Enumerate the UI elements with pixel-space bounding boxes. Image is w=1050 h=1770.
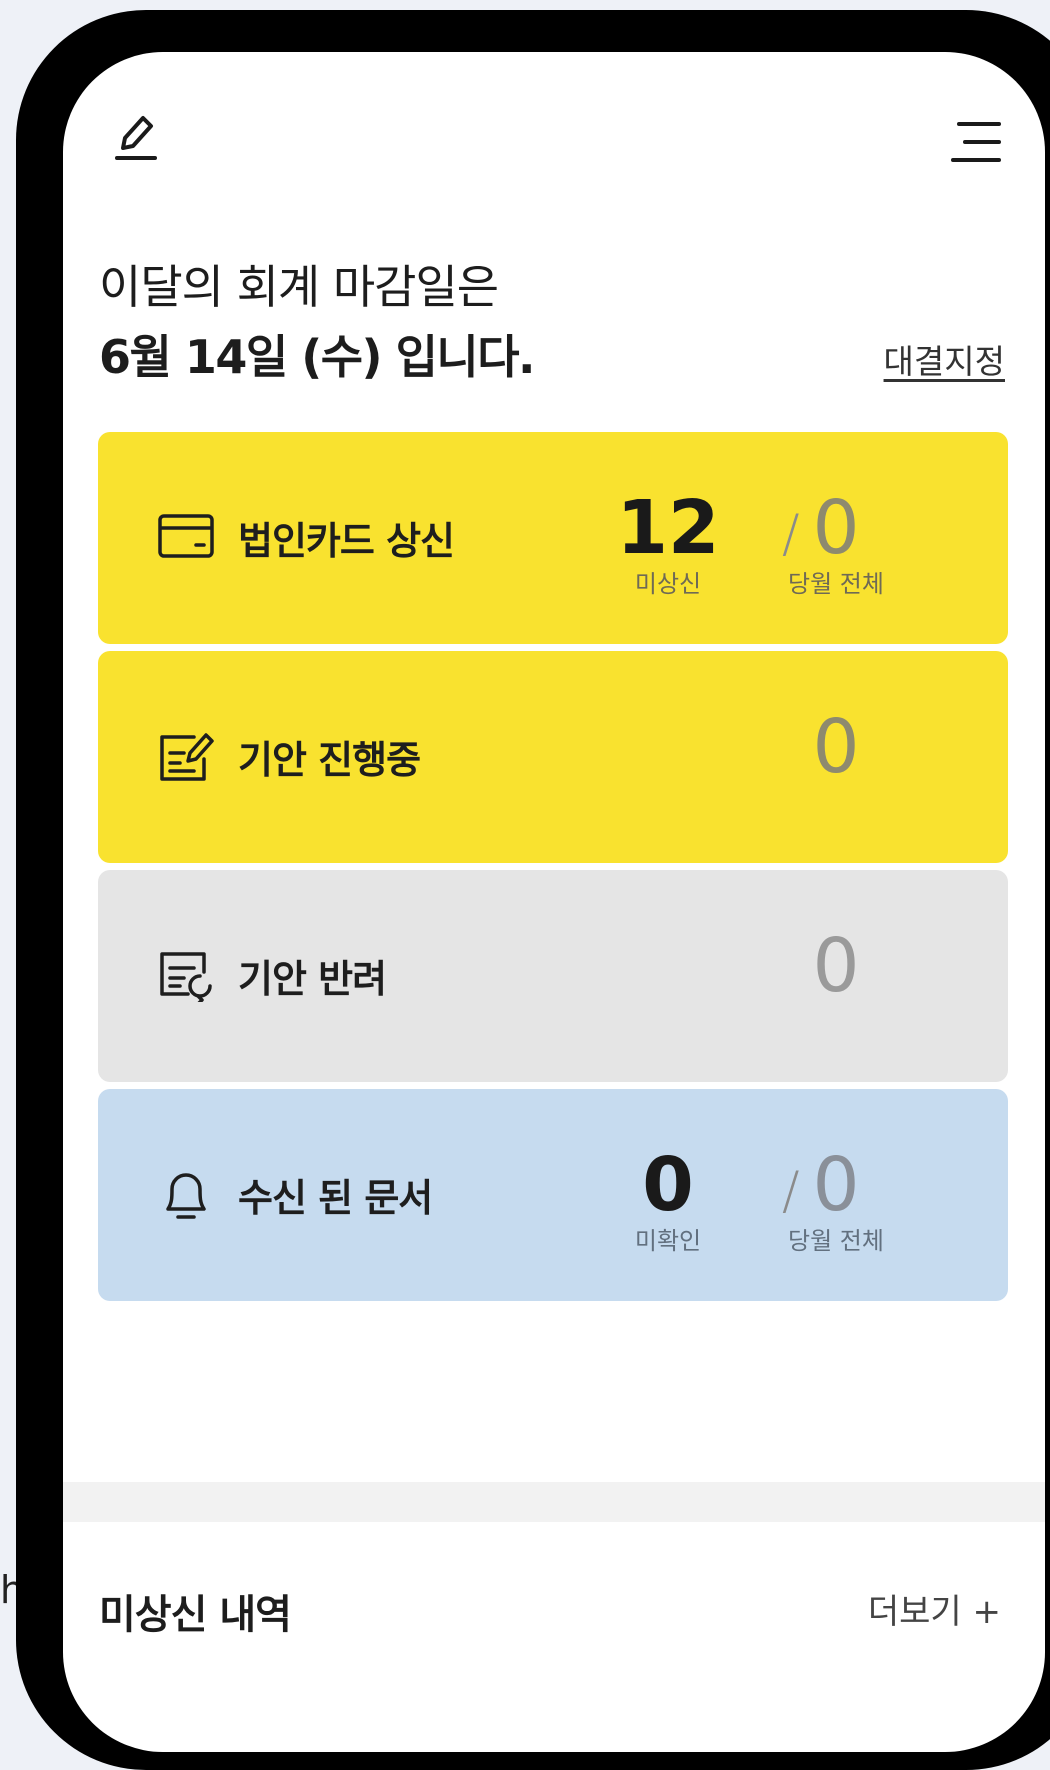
closing-date-headline: 이달의 회계 마감일은 6월 14일 (수) 입니다. <box>99 252 536 392</box>
proxy-approval-link[interactable]: 대결지정 <box>884 335 1005 383</box>
received-documents-title: 수신 된 문서 <box>238 1176 433 1220</box>
unread-caption: 미확인 <box>634 1227 702 1255</box>
bell-icon <box>158 1169 216 1221</box>
draft-in-progress-card[interactable]: 기안 진행중 0 <box>98 651 1008 863</box>
unread-stat: 0 미확인 <box>588 1145 748 1256</box>
corporate-unsubmitted-stat: 12 미상신 <box>588 488 748 599</box>
unread-count: 0 <box>642 1142 694 1228</box>
draft-returned-card[interactable]: 기안 반려 0 <box>98 870 1008 1082</box>
unsubmitted-caption: 미상신 <box>634 570 702 598</box>
draft-returned-count: 0 <box>812 923 860 1009</box>
received-documents-card[interactable]: 수신 된 문서 0 미확인 / 0 당월 전체 <box>98 1089 1008 1301</box>
unsubmitted-count: 12 <box>616 485 720 571</box>
draft-in-progress-count: 0 <box>812 704 860 790</box>
app-screen: 이달의 회계 마감일은 6월 14일 (수) 입니다. 대결지정 법인카드 상신… <box>63 52 1045 1752</box>
headline-line1: 이달의 회계 마감일은 <box>99 260 499 314</box>
draft-returned-title: 기안 반려 <box>238 957 387 1001</box>
corporate-card-card[interactable]: 법인카드 상신 12 미상신 / 0 당월 전체 <box>98 432 1008 644</box>
received-monthly-stat: 0 당월 전체 <box>756 1145 916 1256</box>
pencil-icon[interactable] <box>113 110 163 164</box>
more-button[interactable]: 더보기 + <box>868 1584 1001 1633</box>
section-divider <box>63 1482 1045 1522</box>
corporate-monthly-stat: 0 당월 전체 <box>756 488 916 599</box>
draft-in-progress-stat: 0 <box>756 707 916 787</box>
received-monthly-count: 0 <box>812 1142 860 1228</box>
unsubmitted-history-title: 미상신 내역 <box>99 1592 292 1638</box>
corporate-card-title: 법인카드 상신 <box>238 519 455 563</box>
monthly-total-count: 0 <box>812 485 860 571</box>
headline-line2: 6월 14일 (수) 입니다. <box>99 330 536 384</box>
received-monthly-caption: 당월 전체 <box>788 1227 884 1255</box>
menu-icon[interactable] <box>951 120 1003 164</box>
draft-in-progress-title: 기안 진행중 <box>238 738 421 782</box>
document-edit-icon <box>158 731 216 783</box>
document-return-icon <box>158 950 216 1006</box>
draft-returned-stat: 0 <box>756 926 916 1006</box>
credit-card-icon <box>158 512 216 564</box>
monthly-total-caption: 당월 전체 <box>788 570 884 598</box>
phone-frame: 이달의 회계 마감일은 6월 14일 (수) 입니다. 대결지정 법인카드 상신… <box>16 10 1050 1770</box>
